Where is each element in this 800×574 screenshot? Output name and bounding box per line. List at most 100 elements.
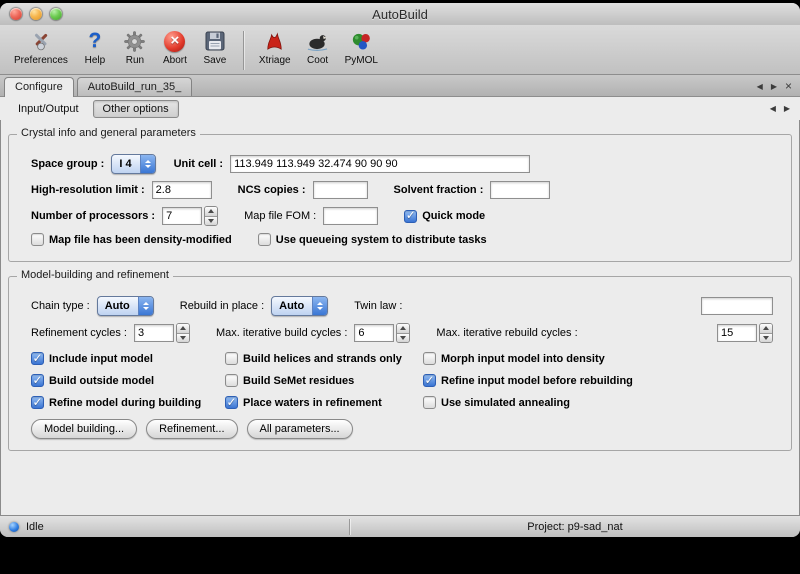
tab-back-icon[interactable]: ◀ [757,82,763,91]
checkbox-refine-before-rebuilding[interactable]: ✓ Refine input model before rebuilding [423,374,781,387]
solvent-fraction-input[interactable] [490,181,550,199]
subtab-back-icon[interactable]: ◀ [770,104,776,113]
checkbox-refine-during-building[interactable]: ✓ Refine model during building [31,396,217,409]
toolbar-button-preferences[interactable]: Preferences [8,27,74,67]
toolbar-button-save[interactable]: Save [196,27,234,67]
toolbar-button-run[interactable]: Run [116,27,154,67]
checkbox-simulated-annealing[interactable]: ✓ Use simulated annealing [423,396,781,409]
check-icon: ✓ [424,374,434,386]
tab-configure[interactable]: Configure [4,77,74,97]
check-icon: ✓ [406,209,416,221]
refinement-cycles-stepper[interactable] [176,323,190,343]
all-parameters-button[interactable]: All parameters... [247,419,353,439]
checkbox-icon: ✓ [258,233,271,246]
checkbox-quick-mode[interactable]: ✓ Quick mode [404,210,485,223]
rebuild-cycles-stepper[interactable] [759,323,773,343]
checkbox-label: Quick mode [422,210,485,222]
toolbar-label: PyMOL [345,55,378,66]
stepper-down-icon[interactable] [205,217,217,226]
subtab-input-output[interactable]: Input/Output [8,100,89,118]
parameter-buttons-row: Model building... Refinement... All para… [31,419,781,439]
stepper-up-icon[interactable] [177,324,189,334]
minimize-window-button[interactable] [30,8,42,20]
stepper-up-icon[interactable] [397,324,409,334]
unit-cell-input[interactable] [230,155,530,173]
save-floppy-icon [202,28,228,54]
stepper-down-icon[interactable] [760,334,772,343]
ncs-copies-input[interactable] [313,181,368,199]
tab-forward-icon[interactable]: ▶ [771,82,777,91]
space-group-label: Space group : [31,158,104,170]
toolbar-button-abort[interactable]: × Abort [156,27,194,67]
main-tab-bar: Configure AutoBuild_run_35_ ◀ ▶ × [0,75,800,97]
map-file-fom-input[interactable] [323,207,378,225]
twin-law-input[interactable] [701,297,773,315]
toolbar: Preferences ? Help [0,25,800,75]
build-cycles-stepper[interactable] [396,323,410,343]
solvent-fraction-label: Solvent fraction : [394,184,484,196]
zoom-window-button[interactable] [50,8,62,20]
dropdown-arrows-icon [138,297,153,315]
pymol-icon [348,28,374,54]
checkbox-density-modified[interactable]: ✓ Map file has been density-modified [31,233,232,246]
autobuild-window: AutoBuild Preferences ? Help [0,3,800,537]
space-group-dropdown[interactable]: I 4 [111,154,155,174]
rebuild-cycles-input[interactable] [717,324,757,342]
dropdown-value: Auto [272,300,312,312]
rebuild-in-place-dropdown[interactable]: Auto [271,296,328,316]
options-panel: Crystal info and general parameters Spac… [0,120,800,451]
chain-type-dropdown[interactable]: Auto [97,296,154,316]
sub-tab-bar: Input/Output Other options ◀ ▶ [0,97,800,120]
high-res-input[interactable] [152,181,212,199]
tab-close-icon[interactable]: × [785,80,792,92]
form-row: Refinement cycles : Max. iterative build… [31,323,781,343]
num-processors-input[interactable] [162,207,202,225]
refinement-button[interactable]: Refinement... [146,419,237,439]
model-building-group: Model-building and refinement Chain type… [8,276,792,451]
status-text: Idle [26,521,44,533]
toolbar-button-xtriage[interactable]: Xtriage [253,27,297,67]
form-row: Number of processors : Map file FOM : ✓ … [31,206,781,226]
subtab-nav-controls: ◀ ▶ [770,104,790,113]
stepper-up-icon[interactable] [760,324,772,334]
title-bar[interactable]: AutoBuild [0,3,800,25]
build-cycles-input[interactable] [354,324,394,342]
refinement-cycles-label: Refinement cycles : [31,327,127,339]
stepper-up-icon[interactable] [205,207,217,217]
xtriage-icon [262,28,288,54]
num-processors-stepper[interactable] [204,206,218,226]
checkbox-icon: ✓ [423,396,436,409]
checkbox-build-helices-strands[interactable]: ✓ Build helices and strands only [225,352,415,365]
tab-nav-controls: ◀ ▶ × [757,75,792,97]
checkbox-build-outside-model[interactable]: ✓ Build outside model [31,374,217,387]
refinement-cycles-input[interactable] [134,324,174,342]
checkbox-build-semet[interactable]: ✓ Build SeMet residues [225,374,415,387]
toolbar-label: Xtriage [259,55,291,66]
toolbar-separator [243,31,244,70]
stepper-down-icon[interactable] [397,334,409,343]
checkbox-include-input-model[interactable]: ✓ Include input model [31,352,217,365]
subtab-forward-icon[interactable]: ▶ [784,104,790,113]
checkbox-queueing-system[interactable]: ✓ Use queueing system to distribute task… [258,233,487,246]
toolbar-label: Abort [163,55,187,66]
unit-cell-label: Unit cell : [174,158,224,170]
num-processors-label: Number of processors : [31,210,155,222]
tab-autobuild-run-35[interactable]: AutoBuild_run_35_ [77,77,193,96]
subtab-other-options[interactable]: Other options [93,100,179,118]
toolbar-button-help[interactable]: ? Help [76,27,114,67]
toolbar-button-coot[interactable]: Coot [299,27,337,67]
twin-law-label: Twin law : [354,300,402,312]
chain-type-label: Chain type : [31,300,90,312]
checkbox-morph-input-model[interactable]: ✓ Morph input model into density [423,352,781,365]
tab-label: AutoBuild_run_35_ [88,81,182,93]
project-label: Project: p9-sad_nat [527,521,622,533]
model-building-button[interactable]: Model building... [31,419,137,439]
stepper-down-icon[interactable] [177,334,189,343]
toolbar-button-pymol[interactable]: PyMOL [339,27,384,67]
close-window-button[interactable] [10,8,22,20]
toolbar-label: Save [204,55,227,66]
check-icon: ✓ [226,396,236,408]
dropdown-arrows-icon [312,297,327,315]
checkbox-place-waters[interactable]: ✓ Place waters in refinement [225,396,415,409]
toolbar-label: Run [126,55,144,66]
